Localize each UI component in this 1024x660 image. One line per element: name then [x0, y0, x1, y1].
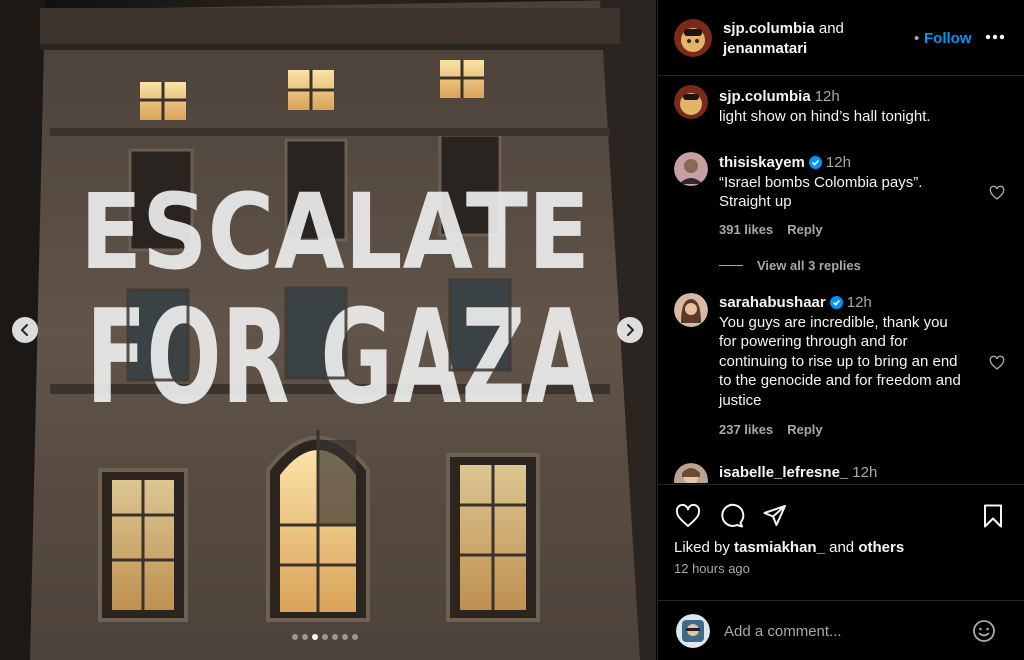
more-horizontal-icon [985, 34, 1005, 40]
comment-username[interactable]: sjp.columbia [719, 88, 811, 105]
carousel-dot [302, 634, 308, 640]
post-time-ago: 12 hours ago [674, 561, 750, 576]
liked-by-and: and [829, 539, 855, 556]
carousel-dot [352, 634, 358, 640]
projection-line-2: FOR GAZA [86, 281, 594, 433]
comment-text: Straight up [719, 193, 792, 210]
post-modal: ESCALATE FOR GAZA sjp.columbia and jenan… [0, 0, 1024, 660]
add-comment-input[interactable] [724, 619, 964, 643]
more-options-button[interactable] [984, 26, 1006, 48]
carousel-dot [342, 634, 348, 640]
carousel-dot [292, 634, 298, 640]
next-slide-button[interactable] [617, 317, 643, 343]
commenter-avatar[interactable] [674, 152, 708, 186]
reply-button[interactable]: Reply [787, 222, 822, 237]
projection-line-1: ESCALATE [80, 171, 590, 293]
view-replies-button[interactable]: View all 3 replies [719, 258, 861, 273]
comment-text: justice [719, 391, 762, 409]
post-header: sjp.columbia and jenanmatari • Follow [658, 0, 1024, 76]
liked-by-prefix: Liked by [674, 539, 730, 556]
comment-text: for powering through and for [719, 333, 908, 350]
replies-line [719, 265, 743, 266]
liked-by-others[interactable]: others [858, 539, 904, 556]
carousel-dot [322, 634, 328, 640]
comment-username[interactable]: thisiskayem [719, 154, 805, 171]
avatar-image [674, 19, 712, 57]
comment-text: “Israel bombs Colombia pays”. [719, 173, 923, 191]
post-media[interactable]: ESCALATE FOR GAZA [0, 0, 656, 660]
view-replies-label: View all 3 replies [757, 258, 861, 273]
comment-meta: 391 likes Reply [719, 222, 837, 237]
comment-text: You guys are incredible, thank you [719, 313, 948, 331]
avatar-image [676, 614, 710, 648]
verified-badge-icon [829, 296, 843, 309]
like-comment-heart-icon[interactable] [989, 355, 1005, 371]
like-heart-icon[interactable] [675, 503, 701, 529]
follow-button[interactable]: Follow [924, 30, 972, 47]
commenter-avatar[interactable] [674, 85, 708, 119]
avatar-image [674, 463, 708, 483]
liked-by: Liked by tasmiakhan_ and others [674, 539, 904, 556]
comment-time: 12h [814, 88, 840, 105]
authors-and: and [818, 20, 844, 37]
comments-list[interactable]: sjp.columbia 12h light show on hind’s hal… [658, 77, 1024, 483]
chevron-right-icon [627, 324, 634, 336]
comment-text: continuing to rise up to bring an end [719, 352, 958, 370]
avatar-image [674, 293, 708, 327]
current-user-avatar [676, 614, 710, 648]
post-sidebar: sjp.columbia and jenanmatari • Follow sj… [657, 0, 1024, 660]
chevron-left-icon [21, 324, 28, 336]
comment-text: to the genocide and for freedom and [719, 372, 961, 389]
commenter-avatar[interactable] [674, 463, 708, 483]
add-comment-bar [658, 600, 1024, 660]
liked-by-user[interactable]: tasmiakhan_ [734, 539, 825, 556]
post-actions: Liked by tasmiakhan_ and others 12 hours… [658, 484, 1024, 660]
avatar-image [674, 152, 708, 186]
emoji-smiley-icon[interactable] [972, 619, 996, 643]
comment-text: light show on hind’s hall tonight. [719, 107, 931, 125]
share-send-icon[interactable] [762, 503, 788, 529]
verified-badge-icon [808, 156, 822, 169]
carousel-dot [332, 634, 338, 640]
comment-time: 12h [846, 294, 872, 311]
commenter-avatar[interactable] [674, 293, 708, 327]
comment-meta: 237 likes Reply [719, 422, 837, 437]
carousel-dot [312, 634, 318, 640]
follow-separator: • [914, 30, 920, 47]
carousel-indicator [292, 634, 358, 640]
save-bookmark-icon[interactable] [980, 503, 1006, 529]
comment-username[interactable]: isabelle_lefresne_ [719, 464, 848, 481]
post-authors: sjp.columbia and jenanmatari [723, 19, 844, 59]
comment-time: 12h [852, 464, 878, 481]
avatar-image [674, 85, 708, 119]
building-photo: ESCALATE FOR GAZA [0, 0, 656, 660]
comment-username[interactable]: sarahabushaar [719, 294, 826, 311]
comment-icon[interactable] [719, 503, 745, 529]
like-comment-heart-icon[interactable] [989, 185, 1005, 201]
previous-slide-button[interactable] [12, 317, 38, 343]
comment-likes[interactable]: 391 likes [719, 222, 773, 237]
author-secondary-link[interactable]: jenanmatari [723, 40, 807, 57]
comment-likes[interactable]: 237 likes [719, 422, 773, 437]
comment-time: 12h [825, 154, 851, 171]
author-primary-link[interactable]: sjp.columbia [723, 20, 815, 37]
reply-button[interactable]: Reply [787, 422, 822, 437]
author-avatar[interactable] [674, 19, 712, 57]
